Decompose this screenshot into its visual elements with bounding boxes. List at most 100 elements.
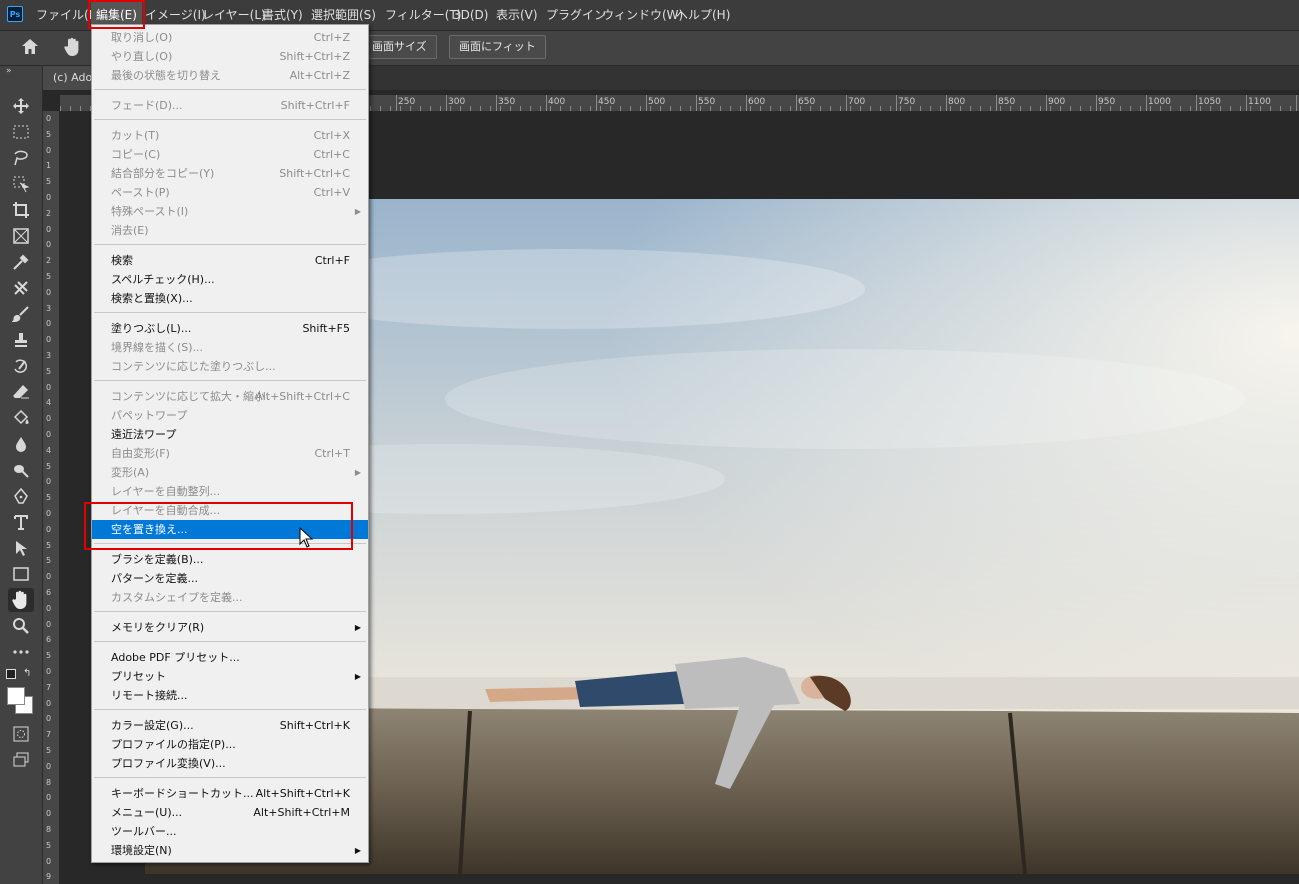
history-brush-tool-icon[interactable] bbox=[11, 356, 31, 376]
ruler-minor-tick bbox=[1240, 106, 1241, 111]
edit-menu-item[interactable]: やり直し(O) Shift+Ctrl+Z bbox=[92, 47, 368, 66]
edit-menu-item[interactable]: 検索と置換(X)... bbox=[92, 289, 368, 308]
crop-tool-icon[interactable] bbox=[11, 200, 31, 220]
default-colors-icon[interactable] bbox=[6, 669, 16, 679]
edit-menu-item[interactable]: フェード(D)... Shift+Ctrl+F bbox=[92, 96, 368, 115]
edit-menu-item[interactable]: 遠近法ワープ bbox=[92, 425, 368, 444]
menu-filter[interactable]: フィルター(T) bbox=[385, 0, 461, 30]
more-tools-icon[interactable] bbox=[11, 642, 31, 662]
ruler-label: 0 bbox=[46, 114, 52, 123]
menu-separator bbox=[94, 244, 366, 245]
menu-item-label: コンテンツに応じて拡大・縮小 bbox=[111, 390, 265, 403]
edit-menu-item[interactable]: コンテンツに応じて拡大・縮小 Alt+Shift+Ctrl+C bbox=[92, 387, 368, 406]
eraser-tool-icon[interactable] bbox=[11, 382, 31, 402]
edit-menu-item[interactable]: プロファイル変換(V)... bbox=[92, 754, 368, 773]
ruler-minor-tick bbox=[570, 106, 571, 111]
swap-colors-icon[interactable]: ↰ bbox=[23, 668, 31, 679]
hand-tool-icon[interactable] bbox=[8, 588, 34, 612]
fill-screen-button[interactable]: 画面にフィット bbox=[449, 35, 546, 59]
edit-menu-item[interactable]: 最後の状態を切り替え Alt+Ctrl+Z bbox=[92, 66, 368, 85]
edit-menu-item[interactable]: 特殊ペースト(I) ▶ bbox=[92, 202, 368, 221]
edit-menu-item[interactable]: パターンを定義... bbox=[92, 569, 368, 588]
menu-item-label: リモート接続... bbox=[111, 689, 188, 702]
ruler-minor-tick bbox=[1200, 106, 1201, 111]
move-tool-icon[interactable] bbox=[11, 96, 31, 116]
ruler-minor-tick bbox=[1060, 106, 1061, 111]
photoshop-logo-icon: Ps bbox=[7, 6, 23, 22]
edit-menu-item[interactable]: メニュー(U)... Alt+Shift+Ctrl+M bbox=[92, 803, 368, 822]
menu-item-label: カスタムシェイプを定義... bbox=[111, 591, 243, 604]
menu-plugins[interactable]: プラグイン bbox=[546, 0, 606, 30]
ruler-minor-tick bbox=[660, 106, 661, 111]
bucket-tool-icon[interactable] bbox=[11, 408, 31, 428]
edit-menu-item[interactable]: コピー(C) Ctrl+C bbox=[92, 145, 368, 164]
brush-tool-icon[interactable] bbox=[11, 304, 31, 324]
edit-menu-item[interactable]: レイヤーを自動整列... bbox=[92, 482, 368, 501]
quick-mask-icon[interactable] bbox=[11, 724, 31, 744]
pen-tool-icon[interactable] bbox=[11, 486, 31, 506]
menu-item-shortcut: Ctrl+T bbox=[314, 447, 350, 460]
edit-menu-item[interactable]: 境界線を描く(S)... bbox=[92, 338, 368, 357]
edit-menu-item[interactable]: パペットワープ bbox=[92, 406, 368, 425]
path-select-tool-icon[interactable] bbox=[11, 538, 31, 558]
ruler-minor-tick bbox=[860, 106, 861, 111]
ruler-tick bbox=[996, 95, 997, 111]
edit-menu-item[interactable]: カスタムシェイプを定義... bbox=[92, 588, 368, 607]
ruler-minor-tick bbox=[400, 106, 401, 111]
menu-item-label: コンテンツに応じた塗りつぶし... bbox=[111, 360, 276, 373]
edit-menu-item[interactable]: プロファイルの指定(P)... bbox=[92, 735, 368, 754]
lasso-tool-icon[interactable] bbox=[11, 148, 31, 168]
dodge-tool-icon[interactable] bbox=[11, 460, 31, 480]
edit-menu-item[interactable]: コンテンツに応じた塗りつぶし... bbox=[92, 357, 368, 376]
edit-menu-item[interactable]: キーボードショートカット... Alt+Shift+Ctrl+K bbox=[92, 784, 368, 803]
fit-screen-button[interactable]: 画面サイズ bbox=[362, 35, 437, 59]
edit-menu-item[interactable]: 取り消し(O) Ctrl+Z bbox=[92, 28, 368, 47]
foreground-color-swatch[interactable] bbox=[7, 687, 25, 705]
edit-menu-item[interactable]: カラー設定(G)... Shift+Ctrl+K bbox=[92, 716, 368, 735]
edit-menu-item[interactable]: カット(T) Ctrl+X bbox=[92, 126, 368, 145]
edit-menu-item[interactable]: ブラシを定義(B)... bbox=[92, 550, 368, 569]
menu-item-shortcut: Alt+Shift+Ctrl+C bbox=[255, 390, 350, 403]
ruler-minor-tick bbox=[450, 106, 451, 111]
ruler-minor-tick bbox=[680, 106, 681, 111]
ruler-label: 2 bbox=[46, 256, 52, 266]
home-icon[interactable] bbox=[22, 39, 38, 54]
stamp-tool-icon[interactable] bbox=[11, 330, 31, 350]
menu-window[interactable]: ウィンドウ(W) bbox=[602, 0, 683, 30]
zoom-tool-icon[interactable] bbox=[11, 616, 31, 636]
edit-menu-item[interactable]: リモート接続... bbox=[92, 686, 368, 705]
object-select-tool-icon[interactable] bbox=[11, 174, 31, 194]
edit-menu-item[interactable]: 消去(E) bbox=[92, 221, 368, 240]
edit-menu-item[interactable]: 変形(A) ▶ bbox=[92, 463, 368, 482]
frame-tool-icon[interactable] bbox=[11, 226, 31, 246]
blur-tool-icon[interactable] bbox=[11, 434, 31, 454]
edit-menu-item[interactable]: Adobe PDF プリセット... bbox=[92, 648, 368, 667]
edit-menu-item[interactable]: プリセット ▶ bbox=[92, 667, 368, 686]
menu-view[interactable]: 表示(V) bbox=[496, 0, 538, 30]
edit-menu-item[interactable]: 結合部分をコピー(Y) Shift+Ctrl+C bbox=[92, 164, 368, 183]
hand-tool-option-icon[interactable] bbox=[64, 37, 82, 57]
menu-help[interactable]: ヘルプ(H) bbox=[676, 0, 730, 30]
marquee-tool-icon[interactable] bbox=[11, 122, 31, 142]
edit-menu-item[interactable]: 自由変形(F) Ctrl+T bbox=[92, 444, 368, 463]
edit-menu-item[interactable]: 検索 Ctrl+F bbox=[92, 251, 368, 270]
edit-menu-item[interactable]: ペースト(P) Ctrl+V bbox=[92, 183, 368, 202]
ruler-label: 5 bbox=[46, 556, 52, 566]
edit-menu-item[interactable]: スペルチェック(H)... bbox=[92, 270, 368, 289]
menu-separator bbox=[94, 641, 366, 642]
edit-menu-item[interactable]: 環境設定(N) ▶ bbox=[92, 841, 368, 860]
menu-3d[interactable]: 3D(D) bbox=[453, 0, 488, 30]
submenu-arrow-icon: ▶ bbox=[354, 468, 361, 477]
rectangle-tool-icon[interactable] bbox=[11, 564, 31, 584]
type-tool-icon[interactable] bbox=[11, 512, 31, 532]
edit-menu-item[interactable]: ツールバー... bbox=[92, 822, 368, 841]
edit-menu-item[interactable]: メモリをクリア(R) ▶ bbox=[92, 618, 368, 637]
edit-menu-item[interactable]: 塗りつぶし(L)... Shift+F5 bbox=[92, 319, 368, 338]
toolbox-collapse-icon[interactable]: » bbox=[6, 66, 12, 76]
ruler-minor-tick bbox=[880, 106, 881, 111]
eyedropper-tool-icon[interactable] bbox=[11, 252, 31, 272]
ruler-minor-tick bbox=[1180, 106, 1181, 111]
menu-item-label: メモリをクリア(R) bbox=[111, 621, 205, 634]
screen-mode-icon[interactable] bbox=[11, 750, 31, 770]
healing-tool-icon[interactable] bbox=[11, 278, 31, 298]
